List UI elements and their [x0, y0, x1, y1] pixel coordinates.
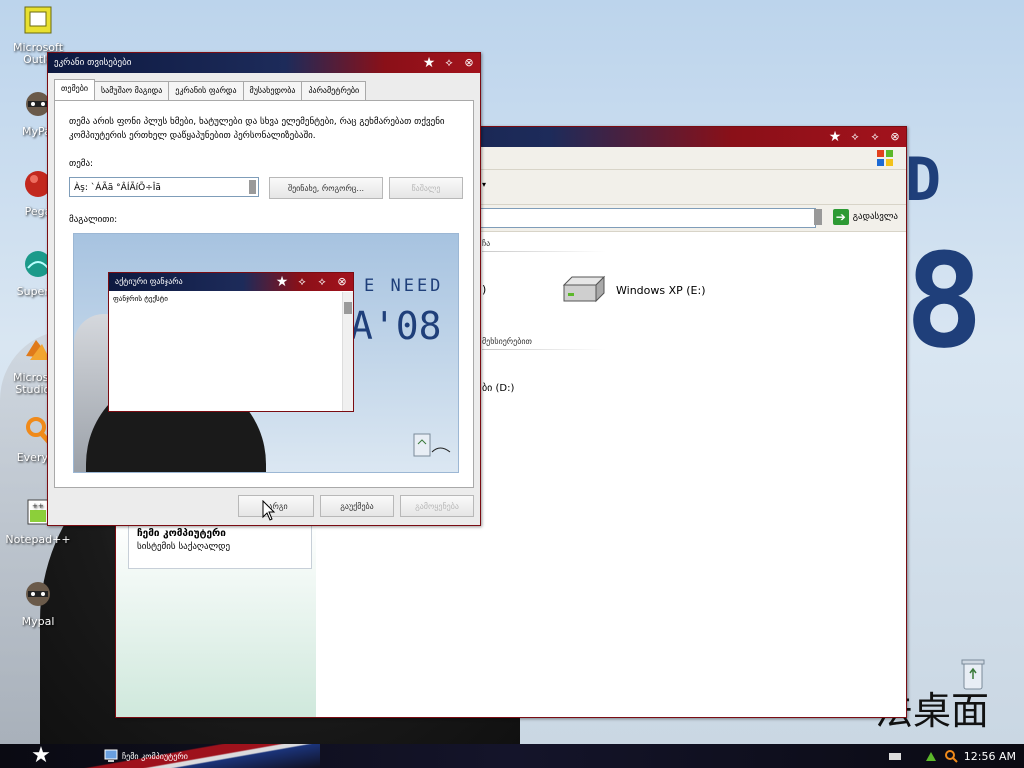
drive-windows-xp-e[interactable]: Windows XP (E:): [560, 275, 706, 305]
preview-window-text: ფანჯრის ტექსტი: [113, 295, 168, 303]
svg-text:++: ++: [32, 502, 44, 510]
preview-window-title: აქტიური ფანჯარა: [115, 277, 183, 286]
delete-button[interactable]: წაშალე: [389, 177, 463, 199]
tab-appearance[interactable]: მუსახედობა: [242, 81, 303, 100]
ok-button[interactable]: კარგი: [238, 495, 314, 517]
theme-dropdown-button[interactable]: [249, 180, 256, 194]
outlook-icon: [24, 6, 52, 34]
wallpaper-text-8: 8: [905, 225, 984, 377]
mouse-cursor-icon: [262, 500, 276, 521]
help-button[interactable]: ⟡: [442, 56, 456, 70]
preview-scrollbar: [342, 292, 353, 411]
close-button[interactable]: ⊗: [888, 130, 902, 144]
desktop-icon-label: Mypal: [21, 615, 55, 628]
details-subtitle: სისტემის საქაღალდე: [137, 542, 231, 552]
maximize-button[interactable]: ⟡: [868, 130, 882, 144]
themes-panel: თემა არის ფონი პლუს ხმები, ხატულები და ს…: [54, 100, 474, 488]
star-icon: ★: [31, 743, 51, 768]
preview-maximize-icon: ⟡: [318, 275, 326, 288]
computer-icon: [104, 749, 118, 762]
tab-desktop[interactable]: სამუშაო მაგიდა: [94, 81, 170, 100]
raccoon-icon: [26, 582, 50, 606]
go-arrow-icon: ➔: [832, 209, 849, 225]
drive-partial[interactable]: ): [482, 283, 486, 296]
wallpaper-text-d: D: [905, 145, 942, 215]
go-label: გადასვლა: [852, 212, 898, 222]
tab-strip: თემები სამუშაო მაგიდა ეკრანის ფარდა მუსა…: [54, 79, 367, 100]
sample-label: მაგალითი:: [69, 215, 118, 225]
taskbar: ★ ჩემი კომპიუტერი 12:56 AM: [0, 744, 1024, 768]
drive-d[interactable]: ბი (D:): [482, 383, 514, 394]
network-icon[interactable]: [924, 749, 938, 763]
recycle-bin-icon[interactable]: [958, 655, 988, 691]
themes-description: თემა არის ფონი პლუს ხმები, ხატულები და ს…: [69, 117, 445, 141]
clock[interactable]: 12:56 AM: [964, 750, 1016, 763]
hard-drive-icon: [562, 275, 606, 303]
tab-settings[interactable]: პარამეტრები: [301, 81, 367, 100]
theme-preview: E NEED A'08 აქტიური ფანჯარა ★ ⟡ ⟡ ⊗ ფანჯ…: [73, 233, 459, 473]
preview-wallpaper-text: E NEED: [364, 276, 444, 296]
views-dropdown-icon[interactable]: ▾: [482, 180, 486, 189]
theme-select[interactable]: Àş: `ÁÃã °ÂÍÃíÕ÷Îã: [69, 177, 259, 197]
star-icon: ★: [828, 129, 842, 145]
apply-button[interactable]: გამოყენება: [400, 495, 474, 517]
keyboard-icon[interactable]: [888, 749, 902, 763]
system-tray: 12:56 AM: [888, 744, 1024, 768]
dialog-title: ეკრანი თვისებები: [54, 58, 132, 68]
preview-wallpaper-text-large: A'08: [350, 304, 442, 348]
group-header-hard-drives: ჩა: [482, 239, 491, 248]
minimize-button[interactable]: ⟡: [848, 130, 862, 144]
preview-close-icon: ⊗: [337, 275, 347, 288]
star-icon: ★: [275, 274, 289, 290]
search-icon[interactable]: [944, 749, 958, 763]
start-button[interactable]: ★: [28, 745, 54, 767]
group-divider: [482, 349, 606, 350]
preview-minimize-icon: ⟡: [298, 275, 306, 288]
theme-label: თემა:: [69, 159, 94, 169]
windows-logo-icon: [877, 150, 893, 166]
drive-label: Windows XP (E:): [616, 283, 706, 297]
preview-titlebar: აქტიური ფანჯარა ★ ⟡ ⟡ ⊗: [109, 273, 353, 291]
cancel-button[interactable]: გაუქმება: [320, 495, 394, 517]
taskbar-flag-decoration: [60, 744, 320, 768]
preview-window-body: ფანჯრის ტექსტი: [109, 292, 353, 411]
details-title: ჩემი კომპიუტერი: [137, 528, 226, 539]
drive-label: ბი (D:): [482, 383, 515, 394]
close-button[interactable]: ⊗: [462, 56, 476, 70]
go-button[interactable]: ➔ გადასვლა: [832, 208, 898, 226]
drive-label: ): [482, 283, 487, 296]
star-icon: ★: [422, 55, 436, 71]
group-divider: [482, 251, 606, 252]
desktop-icon-label: Notepad++: [5, 533, 71, 546]
save-as-button[interactable]: შეინახე, როგორც...: [269, 177, 383, 199]
address-dropdown-button[interactable]: [814, 209, 822, 225]
preview-recycle-icon: [413, 433, 451, 457]
details-box: ჩემი კომპიუტერი სისტემის საქაღალდე: [128, 521, 312, 569]
desktop-icon-mypal-2[interactable]: Mypal: [0, 578, 76, 628]
taskbar-item-label: ჩემი კომპიუტერი: [122, 751, 188, 761]
preview-active-window: აქტიური ფანჯარა ★ ⟡ ⟡ ⊗ ფანჯრის ტექსტი: [108, 272, 354, 412]
theme-select-value: Àş: `ÁÃã °ÂÍÃíÕ÷Îã: [74, 183, 161, 193]
tab-themes[interactable]: თემები: [54, 79, 95, 100]
display-properties-dialog[interactable]: ეკრანი თვისებები ★ ⟡ ⊗ თემები სამუშაო მა…: [47, 52, 481, 526]
tab-screensaver[interactable]: ეკრანის ფარდა: [168, 81, 244, 100]
group-header-removable: მეხსიერებით: [482, 337, 532, 346]
preview-scroll-thumb: [344, 302, 352, 314]
taskbar-item-my-computer[interactable]: ჩემი კომპიუტერი: [104, 746, 188, 766]
dialog-titlebar[interactable]: ეკრანი თვისებები ★ ⟡ ⊗: [48, 53, 480, 73]
